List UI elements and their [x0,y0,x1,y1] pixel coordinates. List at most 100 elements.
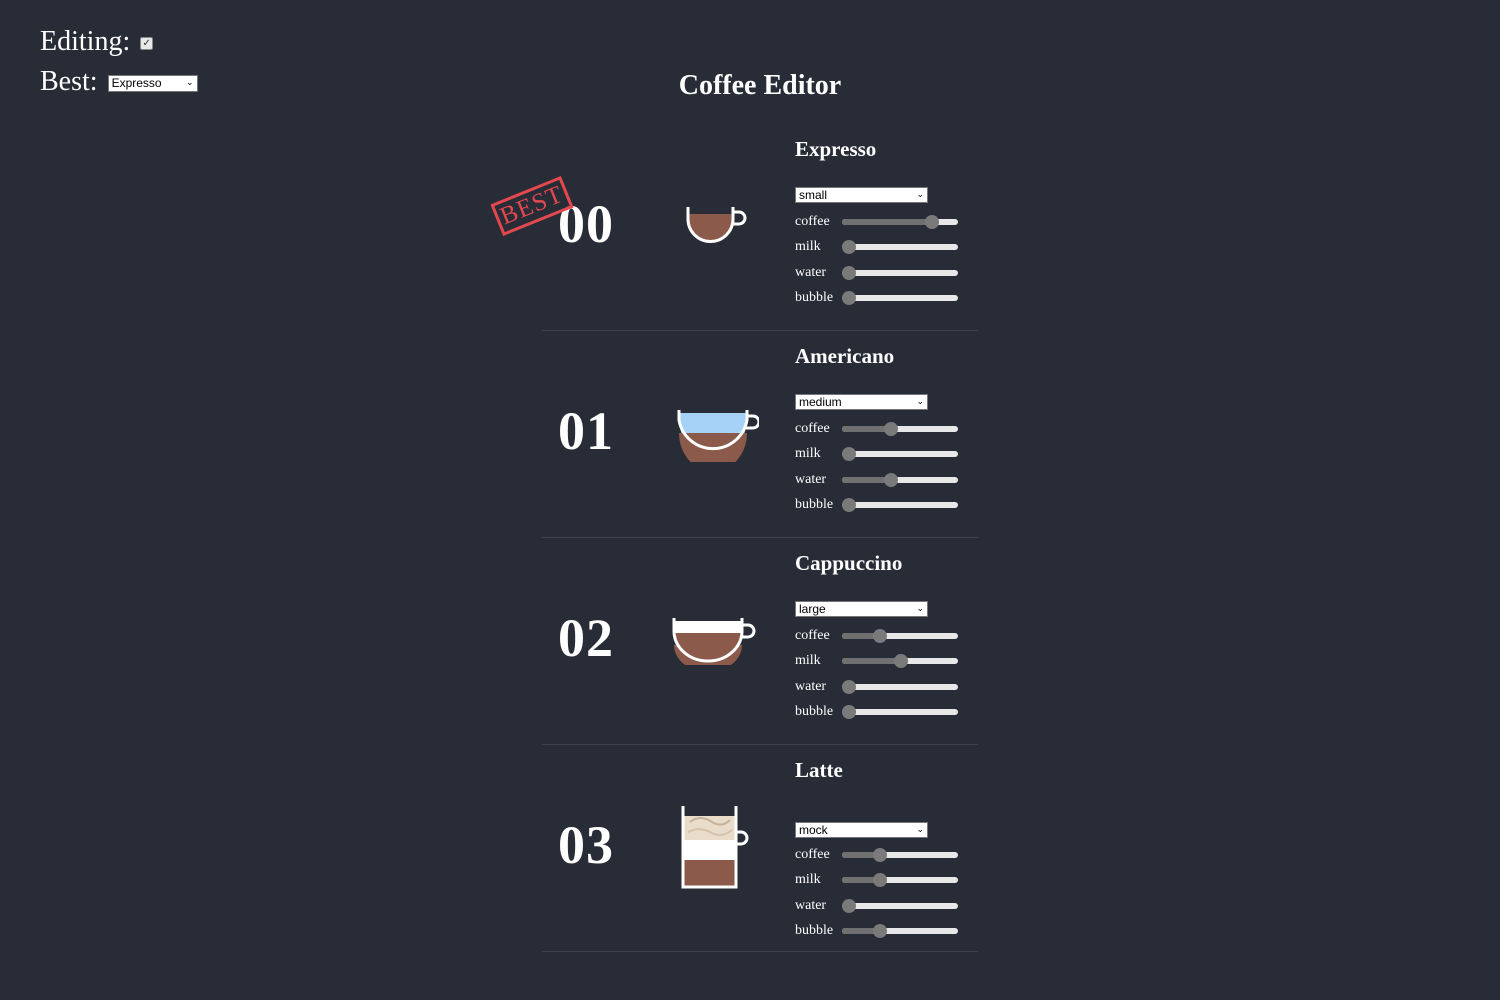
ingredient-row-bubble: bubble [795,919,958,945]
slider-thumb[interactable] [925,214,939,229]
ingredient-label: coffee [795,213,830,229]
chevron-down-icon: ⌄ [916,190,924,200]
ingredient-label: bubble [795,704,834,720]
slider-thumb[interactable] [873,847,887,862]
coffee-name: Latte [795,758,843,782]
ingredient-sliders: coffee milk water bubble [795,416,958,518]
coffee-card-expresso: 00 BEST Expresso small ⌄ coffee milk wat… [490,123,978,331]
coffee-slider[interactable] [842,628,958,643]
coffee-name: Expresso [795,137,877,161]
chevron-down-icon: ⌄ [916,825,924,835]
ingredient-row-bubble: bubble [795,286,958,312]
water-slider[interactable] [842,898,958,913]
water-slider[interactable] [842,472,958,487]
chevron-down-icon: ⌄ [916,604,924,614]
coffee-number: 03 [558,815,614,875]
medium-cup-icon [677,410,759,462]
bubble-slider[interactable] [842,705,958,720]
coffee-name: Americano [795,344,895,368]
ingredient-label: milk [795,653,821,669]
slider-thumb[interactable] [842,240,856,255]
ingredient-label: water [795,897,827,913]
chevron-down-icon: ⌄ [916,397,924,407]
ingredient-label: bubble [795,290,834,306]
ingredient-row-water: water [795,467,958,493]
editing-label: Editing: [40,26,131,57]
ingredient-row-bubble: bubble [795,700,958,726]
ingredient-label: bubble [795,497,834,513]
slider-fill [842,476,890,483]
size-select[interactable]: large ⌄ [795,601,928,617]
ingredient-sliders: coffee milk water bubble [795,623,958,725]
ingredient-row-coffee: coffee [795,842,958,868]
slider-thumb[interactable] [873,924,887,939]
ingredient-row-milk: milk [795,649,958,675]
slider-thumb[interactable] [894,654,908,669]
slider-fill [842,658,900,665]
ingredient-row-bubble: bubble [795,493,958,519]
slider-thumb[interactable] [842,498,856,513]
ingredient-label: milk [795,446,821,462]
mock-glass-icon [681,806,749,889]
ingredient-label: coffee [795,846,830,862]
slider-thumb[interactable] [842,265,856,280]
bubble-slider[interactable] [842,498,958,513]
slider-thumb[interactable] [873,628,887,643]
small-cup-icon [686,207,747,243]
slider-thumb[interactable] [842,705,856,720]
water-slider[interactable] [842,679,958,694]
ingredient-label: water [795,264,827,280]
ingredient-row-coffee: coffee [795,416,958,442]
ingredient-label: water [795,678,827,694]
large-cup-icon [672,618,756,665]
ingredient-label: bubble [795,923,834,939]
ingredient-label: coffee [795,420,830,436]
coffee-slider[interactable] [842,847,958,862]
ingredient-row-milk: milk [795,868,958,894]
slider-thumb[interactable] [873,873,887,888]
ingredient-row-water: water [795,893,958,919]
bubble-slider[interactable] [842,291,958,306]
slider-fill [842,425,890,432]
ingredient-label: milk [795,239,821,255]
page-title: Coffee Editor [678,70,842,101]
editing-row: Editing: ✓ [40,22,198,62]
size-select[interactable]: medium ⌄ [795,394,928,410]
milk-slider[interactable] [842,240,958,255]
editing-checkbox[interactable]: ✓ [140,36,154,50]
size-select-value: medium [799,395,842,409]
slider-thumb[interactable] [842,679,856,694]
ingredient-label: milk [795,872,821,888]
ingredient-row-milk: milk [795,235,958,261]
ingredient-row-water: water [795,674,958,700]
ingredient-label: coffee [795,627,830,643]
size-select-value: small [799,188,828,202]
coffee-slider[interactable] [842,421,958,436]
ingredient-row-water: water [795,260,958,286]
slider-thumb[interactable] [884,421,898,436]
bubble-slider[interactable] [842,924,958,939]
slider-thumb[interactable] [842,898,856,913]
size-select-value: mock [799,823,828,837]
coffee-slider[interactable] [842,214,958,229]
ingredient-row-coffee: coffee [795,623,958,649]
coffee-name: Cappuccino [795,551,903,575]
ingredient-sliders: coffee milk water bubble [795,842,958,944]
size-select[interactable]: mock ⌄ [795,822,928,838]
coffee-card-americano: 01 Americano medium ⌄ coffee milk water … [542,330,978,538]
ingredient-row-coffee: coffee [795,209,958,235]
size-select[interactable]: small ⌄ [795,187,928,203]
milk-slider[interactable] [842,873,958,888]
size-select-value: large [799,602,826,616]
coffee-card-latte: 03 Latte mock ⌄ coffee milk water bubble [542,744,978,952]
ingredient-label: water [795,471,827,487]
milk-slider[interactable] [842,654,958,669]
water-slider[interactable] [842,265,958,280]
milk-slider[interactable] [842,447,958,462]
ingredient-sliders: coffee milk water bubble [795,209,958,311]
slider-thumb[interactable] [842,447,856,462]
coffee-number: 01 [558,401,614,461]
slider-thumb[interactable] [842,291,856,306]
slider-thumb[interactable] [884,472,898,487]
ingredient-row-milk: milk [795,442,958,468]
